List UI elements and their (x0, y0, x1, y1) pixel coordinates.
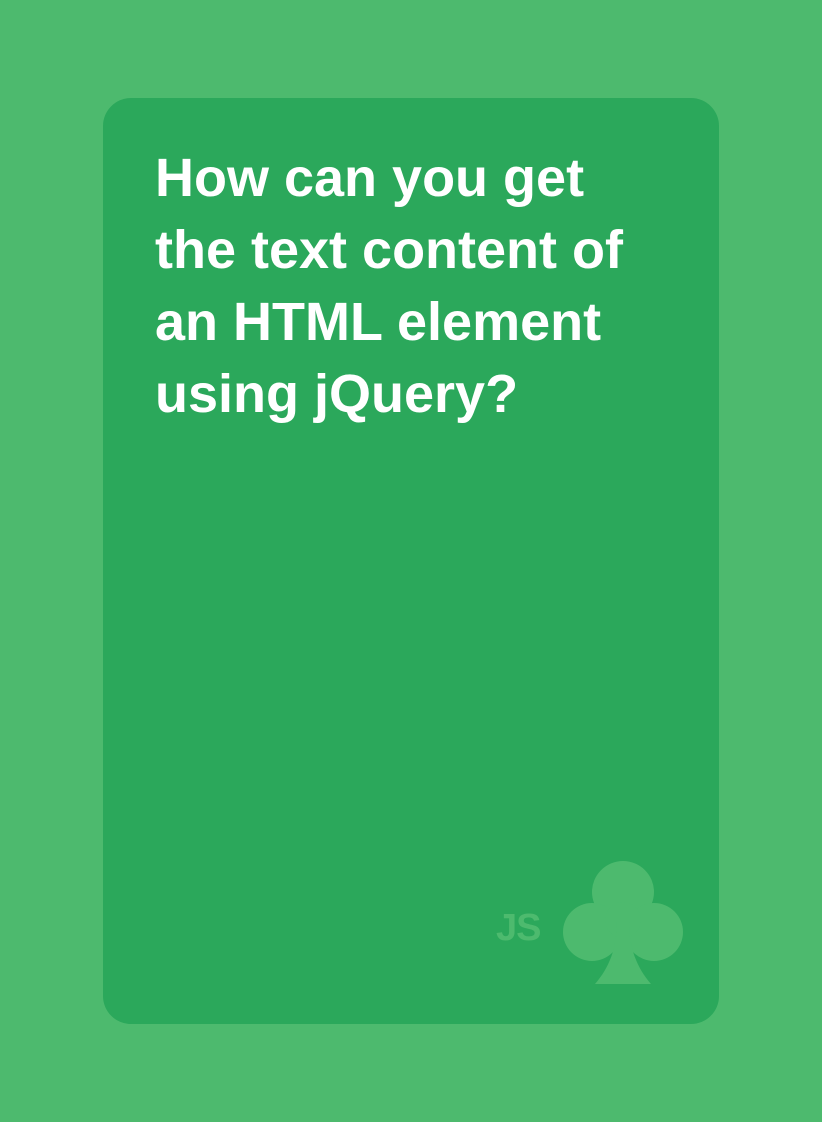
question-text: How can you get the text content of an H… (155, 142, 695, 430)
question-line: the text content of (155, 220, 623, 280)
brand-mark: JS (495, 860, 685, 990)
question-line: using jQuery? (155, 364, 519, 424)
question-line: an HTML element (155, 292, 602, 352)
page-background: How can you get the text content of an H… (0, 0, 822, 1122)
brand-label: JS (496, 907, 541, 949)
club-icon (563, 861, 683, 984)
flash-card: How can you get the text content of an H… (103, 98, 719, 1024)
question-line: How can you get (155, 148, 585, 208)
